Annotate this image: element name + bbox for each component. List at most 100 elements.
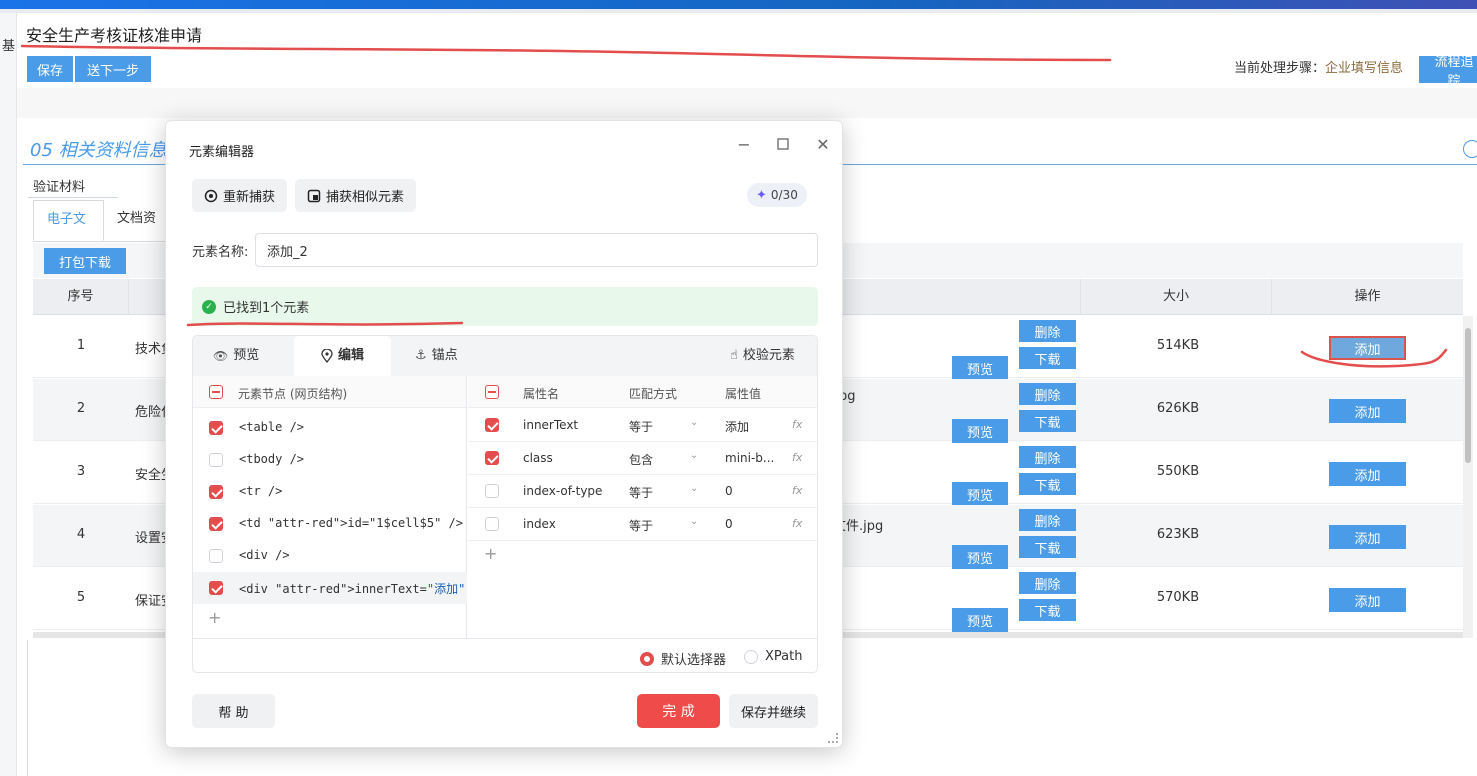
- node-checkbox[interactable]: [209, 485, 223, 499]
- pack-download-button[interactable]: 打包下载: [44, 248, 126, 274]
- add-button[interactable]: 添加: [1329, 588, 1406, 612]
- attr-value[interactable]: mini-b...: [725, 451, 783, 465]
- chevron-down-icon[interactable]: ⌄: [690, 516, 698, 527]
- attr-value[interactable]: 添加: [725, 418, 783, 435]
- node-item[interactable]: <table />: [193, 412, 467, 444]
- row-size: 623KB: [1156, 527, 1200, 542]
- close-icon[interactable]: ✕: [813, 135, 833, 155]
- flow-trace-button[interactable]: 流程追踪: [1419, 55, 1477, 89]
- element-name-input[interactable]: [255, 233, 818, 267]
- attr-value[interactable]: 0: [725, 517, 783, 531]
- add-node-icon[interactable]: +: [208, 608, 221, 627]
- attr-match-select[interactable]: 包含: [629, 451, 653, 468]
- editor-tabs: 👁 预览 编辑 ⚓ 锚点 ☝ 校验元素: [193, 336, 817, 376]
- found-status: ✓ 已找到1个元素: [192, 287, 818, 326]
- node-item[interactable]: <div />: [193, 540, 467, 572]
- collapse-check-icon[interactable]: [1463, 140, 1477, 158]
- preview-button[interactable]: 预览: [952, 356, 1008, 380]
- delete-button[interactable]: 删除: [1019, 383, 1076, 405]
- recapture-icon: [204, 189, 218, 202]
- help-button[interactable]: 帮 助: [192, 694, 275, 728]
- node-text: <div />: [239, 548, 290, 562]
- header-band: [17, 88, 1477, 118]
- recapture-button[interactable]: 重新捕获: [192, 179, 288, 212]
- node-checkbox[interactable]: [209, 453, 223, 467]
- node-item[interactable]: <tr />: [193, 476, 467, 508]
- attrs-select-all-checkbox[interactable]: [485, 385, 499, 399]
- capture-similar-button[interactable]: 捕获相似元素: [295, 179, 417, 212]
- add-button-selected[interactable]: 添加: [1329, 336, 1406, 360]
- radio-xpath[interactable]: XPath: [744, 649, 802, 664]
- done-button[interactable]: 完 成: [637, 694, 720, 728]
- verify-element-button[interactable]: ☝ 校验元素: [730, 336, 795, 376]
- resize-handle[interactable]: [828, 733, 838, 743]
- preview-button[interactable]: 预览: [952, 482, 1008, 506]
- attr-checkbox[interactable]: [485, 418, 499, 432]
- vertical-scrollbar[interactable]: [1463, 316, 1473, 638]
- delete-button[interactable]: 删除: [1019, 572, 1076, 594]
- top-divider: [0, 9, 1477, 13]
- nodes-header-label: 元素节点 (网页结构): [238, 387, 348, 401]
- tab-edit[interactable]: 编辑: [294, 336, 391, 376]
- attr-checkbox[interactable]: [485, 451, 499, 465]
- row-index: 5: [76, 590, 86, 605]
- row-index: 4: [76, 527, 86, 542]
- attr-checkbox[interactable]: [485, 517, 499, 531]
- row-index: 3: [76, 464, 86, 479]
- node-item-selected[interactable]: <div "attr-red">innerText="添加" "attr-red…: [193, 572, 467, 604]
- add-attribute-icon[interactable]: +: [484, 544, 497, 563]
- delete-button[interactable]: 删除: [1019, 320, 1076, 342]
- save-continue-button[interactable]: 保存并继续: [729, 694, 818, 728]
- tab-electronic-docs[interactable]: 电子文档: [33, 200, 104, 265]
- fx-icon[interactable]: fx: [792, 418, 802, 431]
- download-button[interactable]: 下载: [1019, 410, 1076, 432]
- node-checkbox[interactable]: [209, 517, 223, 531]
- download-button[interactable]: 下载: [1019, 536, 1076, 558]
- fx-icon[interactable]: fx: [792, 484, 802, 497]
- attr-checkbox[interactable]: [485, 484, 499, 498]
- tab-anchor[interactable]: ⚓ 锚点: [415, 336, 458, 376]
- node-checkbox[interactable]: [209, 581, 223, 595]
- attr-match-select[interactable]: 等于: [629, 484, 653, 501]
- fx-icon[interactable]: fx: [792, 517, 802, 530]
- anchor-icon: ⚓: [415, 348, 427, 363]
- maximize-icon[interactable]: [773, 135, 793, 155]
- header-action: 操作: [1354, 289, 1381, 304]
- node-checkbox[interactable]: [209, 421, 223, 435]
- attr-value[interactable]: 0: [725, 484, 783, 498]
- attribute-row: index-of-type 等于 ⌄ 0 fx: [468, 475, 817, 508]
- attr-match-select[interactable]: 等于: [629, 517, 653, 534]
- node-text: <table />: [239, 420, 305, 434]
- radio-unchecked[interactable]: [744, 649, 758, 664]
- radio-default-selector[interactable]: 默认选择器: [640, 649, 726, 668]
- node-item[interactable]: <tbody />: [193, 444, 467, 476]
- nodes-select-all-checkbox[interactable]: [209, 385, 223, 399]
- tab-preview[interactable]: 👁 预览: [213, 336, 259, 376]
- save-button[interactable]: 保存: [27, 56, 74, 82]
- fx-icon[interactable]: fx: [792, 451, 802, 464]
- node-checkbox[interactable]: [209, 549, 223, 563]
- minimize-icon[interactable]: −: [734, 135, 754, 155]
- add-button[interactable]: 添加: [1329, 525, 1406, 549]
- preview-button[interactable]: 预览: [952, 419, 1008, 443]
- preview-button[interactable]: 预览: [952, 608, 1008, 632]
- delete-button[interactable]: 删除: [1019, 446, 1076, 468]
- delete-button[interactable]: 删除: [1019, 509, 1076, 531]
- element-editor-dialog: 元素编辑器 − ✕ 重新捕获 捕获相似元素 ✦ 0/30 元素名称: ✓ 已找到…: [165, 120, 843, 748]
- tab-document-materials[interactable]: 文档资料: [104, 200, 173, 264]
- add-button[interactable]: 添加: [1329, 399, 1406, 423]
- chevron-down-icon[interactable]: ⌄: [690, 417, 698, 428]
- attr-name: index: [523, 517, 556, 531]
- radio-checked[interactable]: [640, 651, 654, 666]
- send-next-button[interactable]: 送下一步: [75, 56, 152, 82]
- chevron-down-icon[interactable]: ⌄: [690, 483, 698, 494]
- attr-match-select[interactable]: 等于: [629, 418, 653, 435]
- download-button[interactable]: 下载: [1019, 599, 1076, 621]
- chevron-down-icon[interactable]: ⌄: [690, 450, 698, 461]
- scrollbar-thumb[interactable]: [1465, 328, 1471, 463]
- add-button[interactable]: 添加: [1329, 462, 1406, 486]
- download-button[interactable]: 下载: [1019, 473, 1076, 495]
- preview-button[interactable]: 预览: [952, 545, 1008, 569]
- node-item[interactable]: <td "attr-red">id="1$cell$5" />: [193, 508, 467, 540]
- download-button[interactable]: 下载: [1019, 347, 1076, 369]
